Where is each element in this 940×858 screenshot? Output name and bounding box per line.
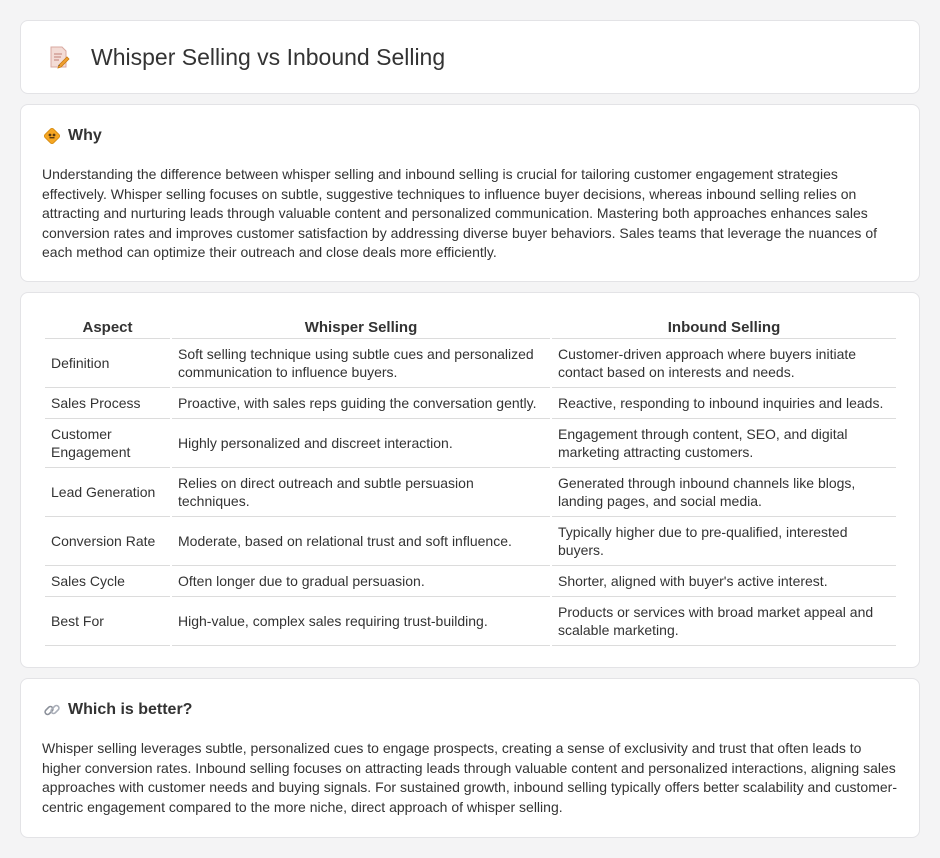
- table-row: Conversion Rate Moderate, based on relat…: [45, 517, 896, 566]
- table-row: Customer Engagement Highly personalized …: [45, 419, 896, 468]
- header-whisper-selling: Whisper Selling: [172, 315, 550, 339]
- whisper-cell: Highly personalized and discreet interac…: [172, 419, 550, 468]
- comparison-table: Aspect Whisper Selling Inbound Selling D…: [43, 315, 898, 646]
- table-header-row: Aspect Whisper Selling Inbound Selling: [45, 315, 896, 339]
- aspect-cell: Definition: [45, 339, 170, 388]
- why-text: Understanding the difference between whi…: [42, 166, 877, 261]
- inbound-cell: Reactive, responding to inbound inquirie…: [552, 388, 896, 419]
- aspect-cell: Customer Engagement: [45, 419, 170, 468]
- aspect-cell: Sales Cycle: [45, 566, 170, 597]
- which-is-better-title: Which is better?: [68, 701, 193, 718]
- table-row: Best For High-value, complex sales requi…: [45, 597, 896, 646]
- aspect-cell: Conversion Rate: [45, 517, 170, 566]
- aspect-cell: Sales Process: [45, 388, 170, 419]
- table-row: Lead Generation Relies on direct outreac…: [45, 468, 896, 517]
- comparison-section: Aspect Whisper Selling Inbound Selling D…: [20, 292, 920, 668]
- title-card: Whisper Selling vs Inbound Selling: [20, 20, 920, 94]
- inbound-cell: Generated through inbound channels like …: [552, 468, 896, 517]
- inbound-cell: Typically higher due to pre-qualified, i…: [552, 517, 896, 566]
- whisper-cell: Moderate, based on relational trust and …: [172, 517, 550, 566]
- which-is-better-section: Which is better? Whisper selling leverag…: [20, 678, 920, 838]
- aspect-cell: Best For: [45, 597, 170, 646]
- header-inbound-selling: Inbound Selling: [552, 315, 896, 339]
- link-icon: [43, 701, 61, 719]
- inbound-cell: Customer-driven approach where buyers in…: [552, 339, 896, 388]
- whisper-cell: Soft selling technique using subtle cues…: [172, 339, 550, 388]
- whisper-cell: High-value, complex sales requiring trus…: [172, 597, 550, 646]
- aspect-cell: Lead Generation: [45, 468, 170, 517]
- page-title: Whisper Selling vs Inbound Selling: [91, 43, 446, 70]
- table-row: Sales Process Proactive, with sales reps…: [45, 388, 896, 419]
- why-section: Why Understanding the difference between…: [20, 104, 920, 282]
- whisper-cell: Proactive, with sales reps guiding the c…: [172, 388, 550, 419]
- table-row: Definition Soft selling technique using …: [45, 339, 896, 388]
- inbound-cell: Engagement through content, SEO, and dig…: [552, 419, 896, 468]
- inbound-cell: Shorter, aligned with buyer's active int…: [552, 566, 896, 597]
- whisper-cell: Often longer due to gradual persuasion.: [172, 566, 550, 597]
- table-row: Sales Cycle Often longer due to gradual …: [45, 566, 896, 597]
- header-aspect: Aspect: [45, 315, 170, 339]
- whisper-cell: Relies on direct outreach and subtle per…: [172, 468, 550, 517]
- diamond-sign-icon: [43, 127, 61, 145]
- which-is-better-text: Whisper selling leverages subtle, person…: [42, 740, 897, 815]
- document-pencil-icon: [47, 45, 71, 69]
- why-title: Why: [68, 127, 102, 144]
- inbound-cell: Products or services with broad market a…: [552, 597, 896, 646]
